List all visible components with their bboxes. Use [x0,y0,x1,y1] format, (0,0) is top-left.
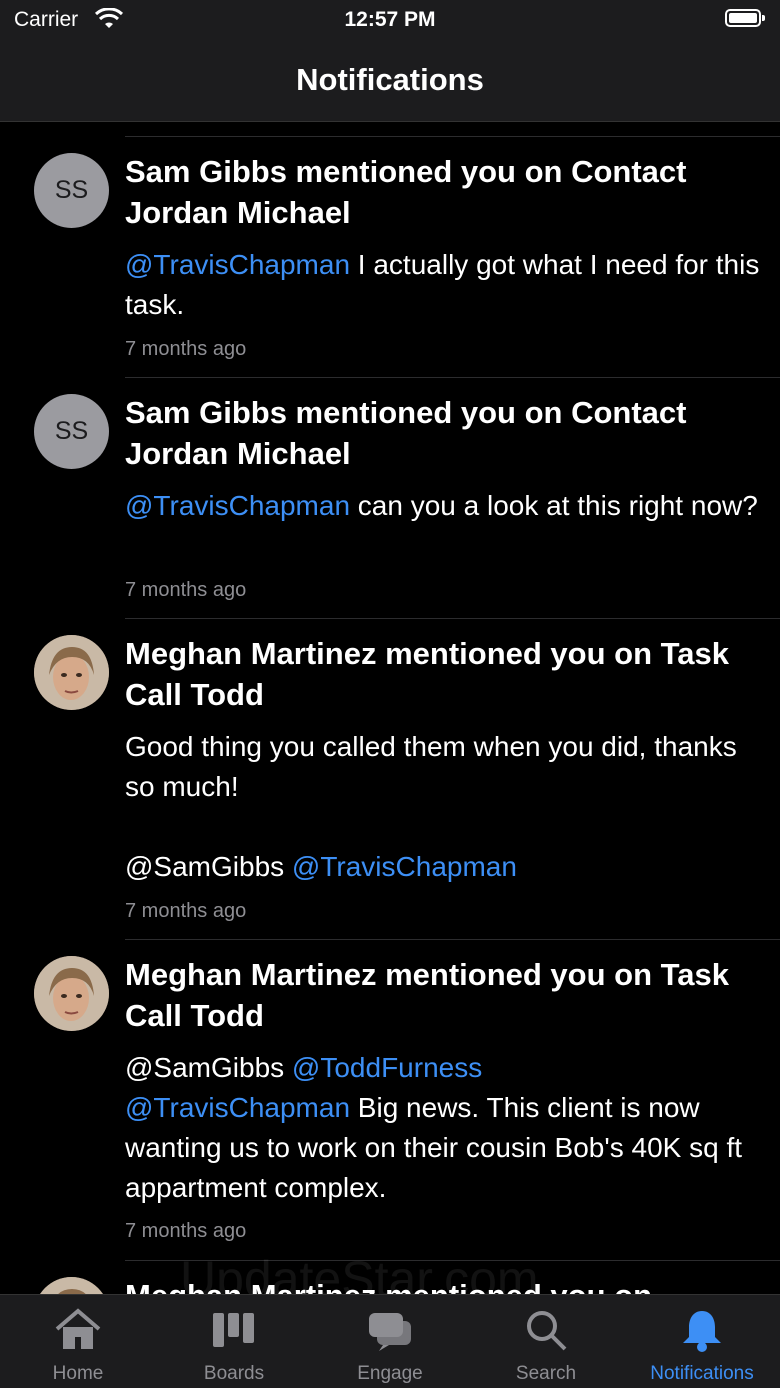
battery-icon [725,9,765,27]
mention-link[interactable]: @ToddFurness [292,1052,482,1083]
notification-body: @TravisChapman can you a look at this ri… [125,490,758,521]
magnifier-icon [527,1311,567,1351]
user-photo-icon [34,635,109,710]
clock: 12:57 PM [344,8,436,31]
tab-bar: Home Boards Engage Search Notifications [0,1294,780,1388]
avatar: SS [34,394,109,469]
notification-item[interactable]: Meghan Martinez mentioned you on Task Ca… [0,619,780,939]
status-bar: Carrier 12:57 PM [0,0,780,40]
notification-body: @SamGibbs @ToddFurness @TravisChapman Bi… [125,1052,750,1203]
mention-link[interactable]: @TravisChapman [125,249,350,280]
tab-label: Engage [357,1363,423,1384]
avatar [34,1277,109,1294]
tab-search[interactable]: Search [468,1295,624,1388]
notifications-list[interactable]: SS Sam Gibbs mentioned you on Contact Jo… [0,122,780,1294]
notification-item[interactable]: Meghan Martinez mentioned you on Task Ca… [0,940,780,1260]
notification-item[interactable]: SS Sam Gibbs mentioned you on Contact Jo… [0,137,780,377]
notification-body: @TravisChapman I actually got what I nee… [125,249,768,320]
page-title: Notifications [296,62,484,97]
boards-icon [213,1313,254,1347]
notification-title: Sam Gibbs mentioned you on Contact Jorda… [125,154,687,230]
notification-time: 7 months ago [125,338,247,360]
notification-item[interactable]: SS Sam Gibbs mentioned you on Contact Jo… [0,378,780,618]
user-photo-icon [34,956,109,1031]
user-photo-icon [34,1277,109,1294]
tab-label: Home [52,1363,104,1384]
avatar [34,956,109,1031]
tab-label: Notifications [650,1363,754,1384]
notification-time: 7 months ago [125,579,247,601]
mention-link[interactable]: @TravisChapman [125,490,350,521]
tab-notifications[interactable]: Notifications [624,1295,780,1388]
tab-label: Search [515,1363,577,1384]
mention-link[interactable]: @TravisChapman [125,1092,350,1123]
avatar [34,635,109,710]
bell-icon [683,1311,721,1352]
mention-link[interactable]: @TravisChapman [292,851,517,882]
notification-body: Good thing you called them when you did,… [125,731,737,882]
navigation-bar: Notifications [0,40,780,122]
tab-engage[interactable]: Engage [312,1295,468,1388]
tab-home[interactable]: Home [0,1295,156,1388]
notification-time: 7 months ago [125,900,247,922]
tab-label: Boards [203,1363,265,1384]
tab-boards[interactable]: Boards [156,1295,312,1388]
notification-title: Meghan Martinez mentioned you on Task Ca… [125,636,729,712]
house-icon [55,1308,101,1349]
notification-title: Meghan Martinez mentioned you on Task Ca… [125,957,729,1033]
notification-title: Sam Gibbs mentioned you on Contact Jorda… [125,395,687,471]
avatar: SS [34,153,109,228]
chat-bubbles-icon [369,1313,411,1351]
notification-time: 7 months ago [125,1220,247,1242]
